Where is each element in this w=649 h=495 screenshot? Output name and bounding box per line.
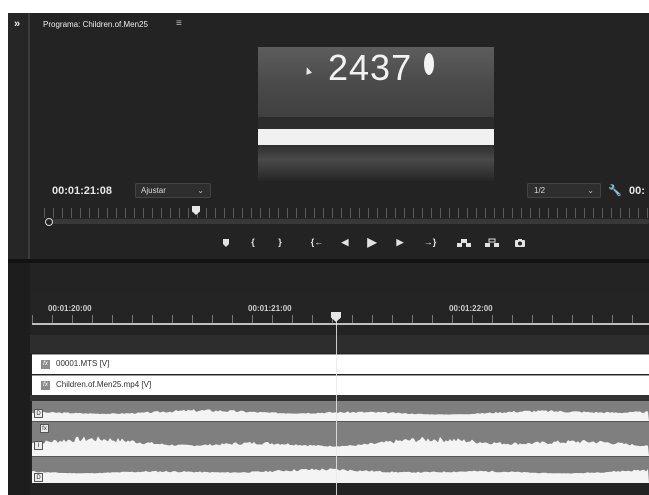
playback-resolution-dropdown[interactable]: 1/2 ⌄ [527,183,601,198]
video-region-band [258,117,494,129]
play-button[interactable]: ▶ [365,235,379,249]
track-header-column [8,263,30,495]
zoom-fit-label: Ajustar [141,186,166,195]
audio-channel-badge: D [34,409,43,418]
camera-export-frame-icon[interactable] [514,238,526,248]
audio-waveform [32,436,649,456]
step-back-button[interactable]: ◀ [338,237,352,248]
video-region-bottom [258,145,494,181]
video-overlay-number: 2437 [328,47,413,88]
audio-clip-track[interactable] [32,457,649,483]
extract-icon[interactable] [484,238,500,248]
ruler-timecode: 00:01:20:00 [48,304,92,313]
zoom-scrollbar-handle[interactable] [45,218,53,226]
timeline-panel: 00:01:20:00 00:01:21:00 00:01:22:00 fx 0… [8,263,649,495]
fx-badge-icon: fx [40,424,49,433]
timeline-playhead-line [336,321,337,495]
premiere-window: » Programa: Children.of.Men25 ≡ 2437 00:… [8,13,649,495]
chevron-down-icon: ⌄ [587,186,594,195]
panel-collapse-button[interactable]: » [8,13,30,259]
chevron-down-icon: ⌄ [197,186,204,195]
audio-waveform [32,468,649,483]
playhead-timecode[interactable]: 00:01:21:08 [52,185,112,197]
program-monitor-panel: » Programa: Children.of.Men25 ≡ 2437 00:… [8,13,649,259]
video-region-light-strip [258,129,494,145]
monitor-time-ruler[interactable] [44,208,649,218]
fx-badge-icon: fx [41,381,50,390]
add-marker-icon[interactable] [221,238,231,248]
zoom-fit-dropdown[interactable]: Ajustar ⌄ [135,183,211,198]
video-preview: 2437 [258,47,494,181]
double-chevron-icon: » [14,18,21,30]
video-clip[interactable]: fx 00001.MTS [V] [32,354,649,374]
work-area-bar[interactable] [32,323,649,325]
audio-clip-track[interactable] [32,422,649,456]
mark-out-button[interactable]: } [273,237,287,247]
video-clip[interactable]: fx Children.of.Men25.mp4 [V] [32,375,649,395]
monitor-zoom-scrollbar[interactable] [48,219,649,224]
clip-label: Children.of.Men25.mp4 [V] [56,380,152,389]
go-to-out-button[interactable]: →} [421,237,439,247]
lift-icon[interactable] [456,238,472,248]
ruler-timecode: 00:01:21:00 [248,304,292,313]
audio-channel-badge: D [34,473,43,482]
settings-wrench-icon[interactable]: 🔧 [608,184,622,197]
mark-in-button[interactable]: { [246,237,260,247]
audio-waveform [32,409,649,421]
go-to-in-button[interactable]: {← [308,237,326,247]
fx-badge-icon: fx [41,360,50,369]
program-monitor-title[interactable]: Programa: Children.of.Men25 [43,20,148,29]
playback-resolution-label: 1/2 [534,186,546,195]
clip-label: 00001.MTS [V] [56,359,110,368]
video-overlay-shape [424,53,434,75]
duration-timecode: 00: [629,185,645,197]
empty-video-track[interactable] [30,335,649,353]
step-forward-button[interactable]: ▶ [393,237,407,248]
audio-clip-track[interactable] [32,401,649,421]
audio-channel-badge: I [34,441,43,450]
ruler-timecode: 00:01:22:00 [449,304,493,313]
panel-menu-icon[interactable]: ≡ [176,18,182,29]
